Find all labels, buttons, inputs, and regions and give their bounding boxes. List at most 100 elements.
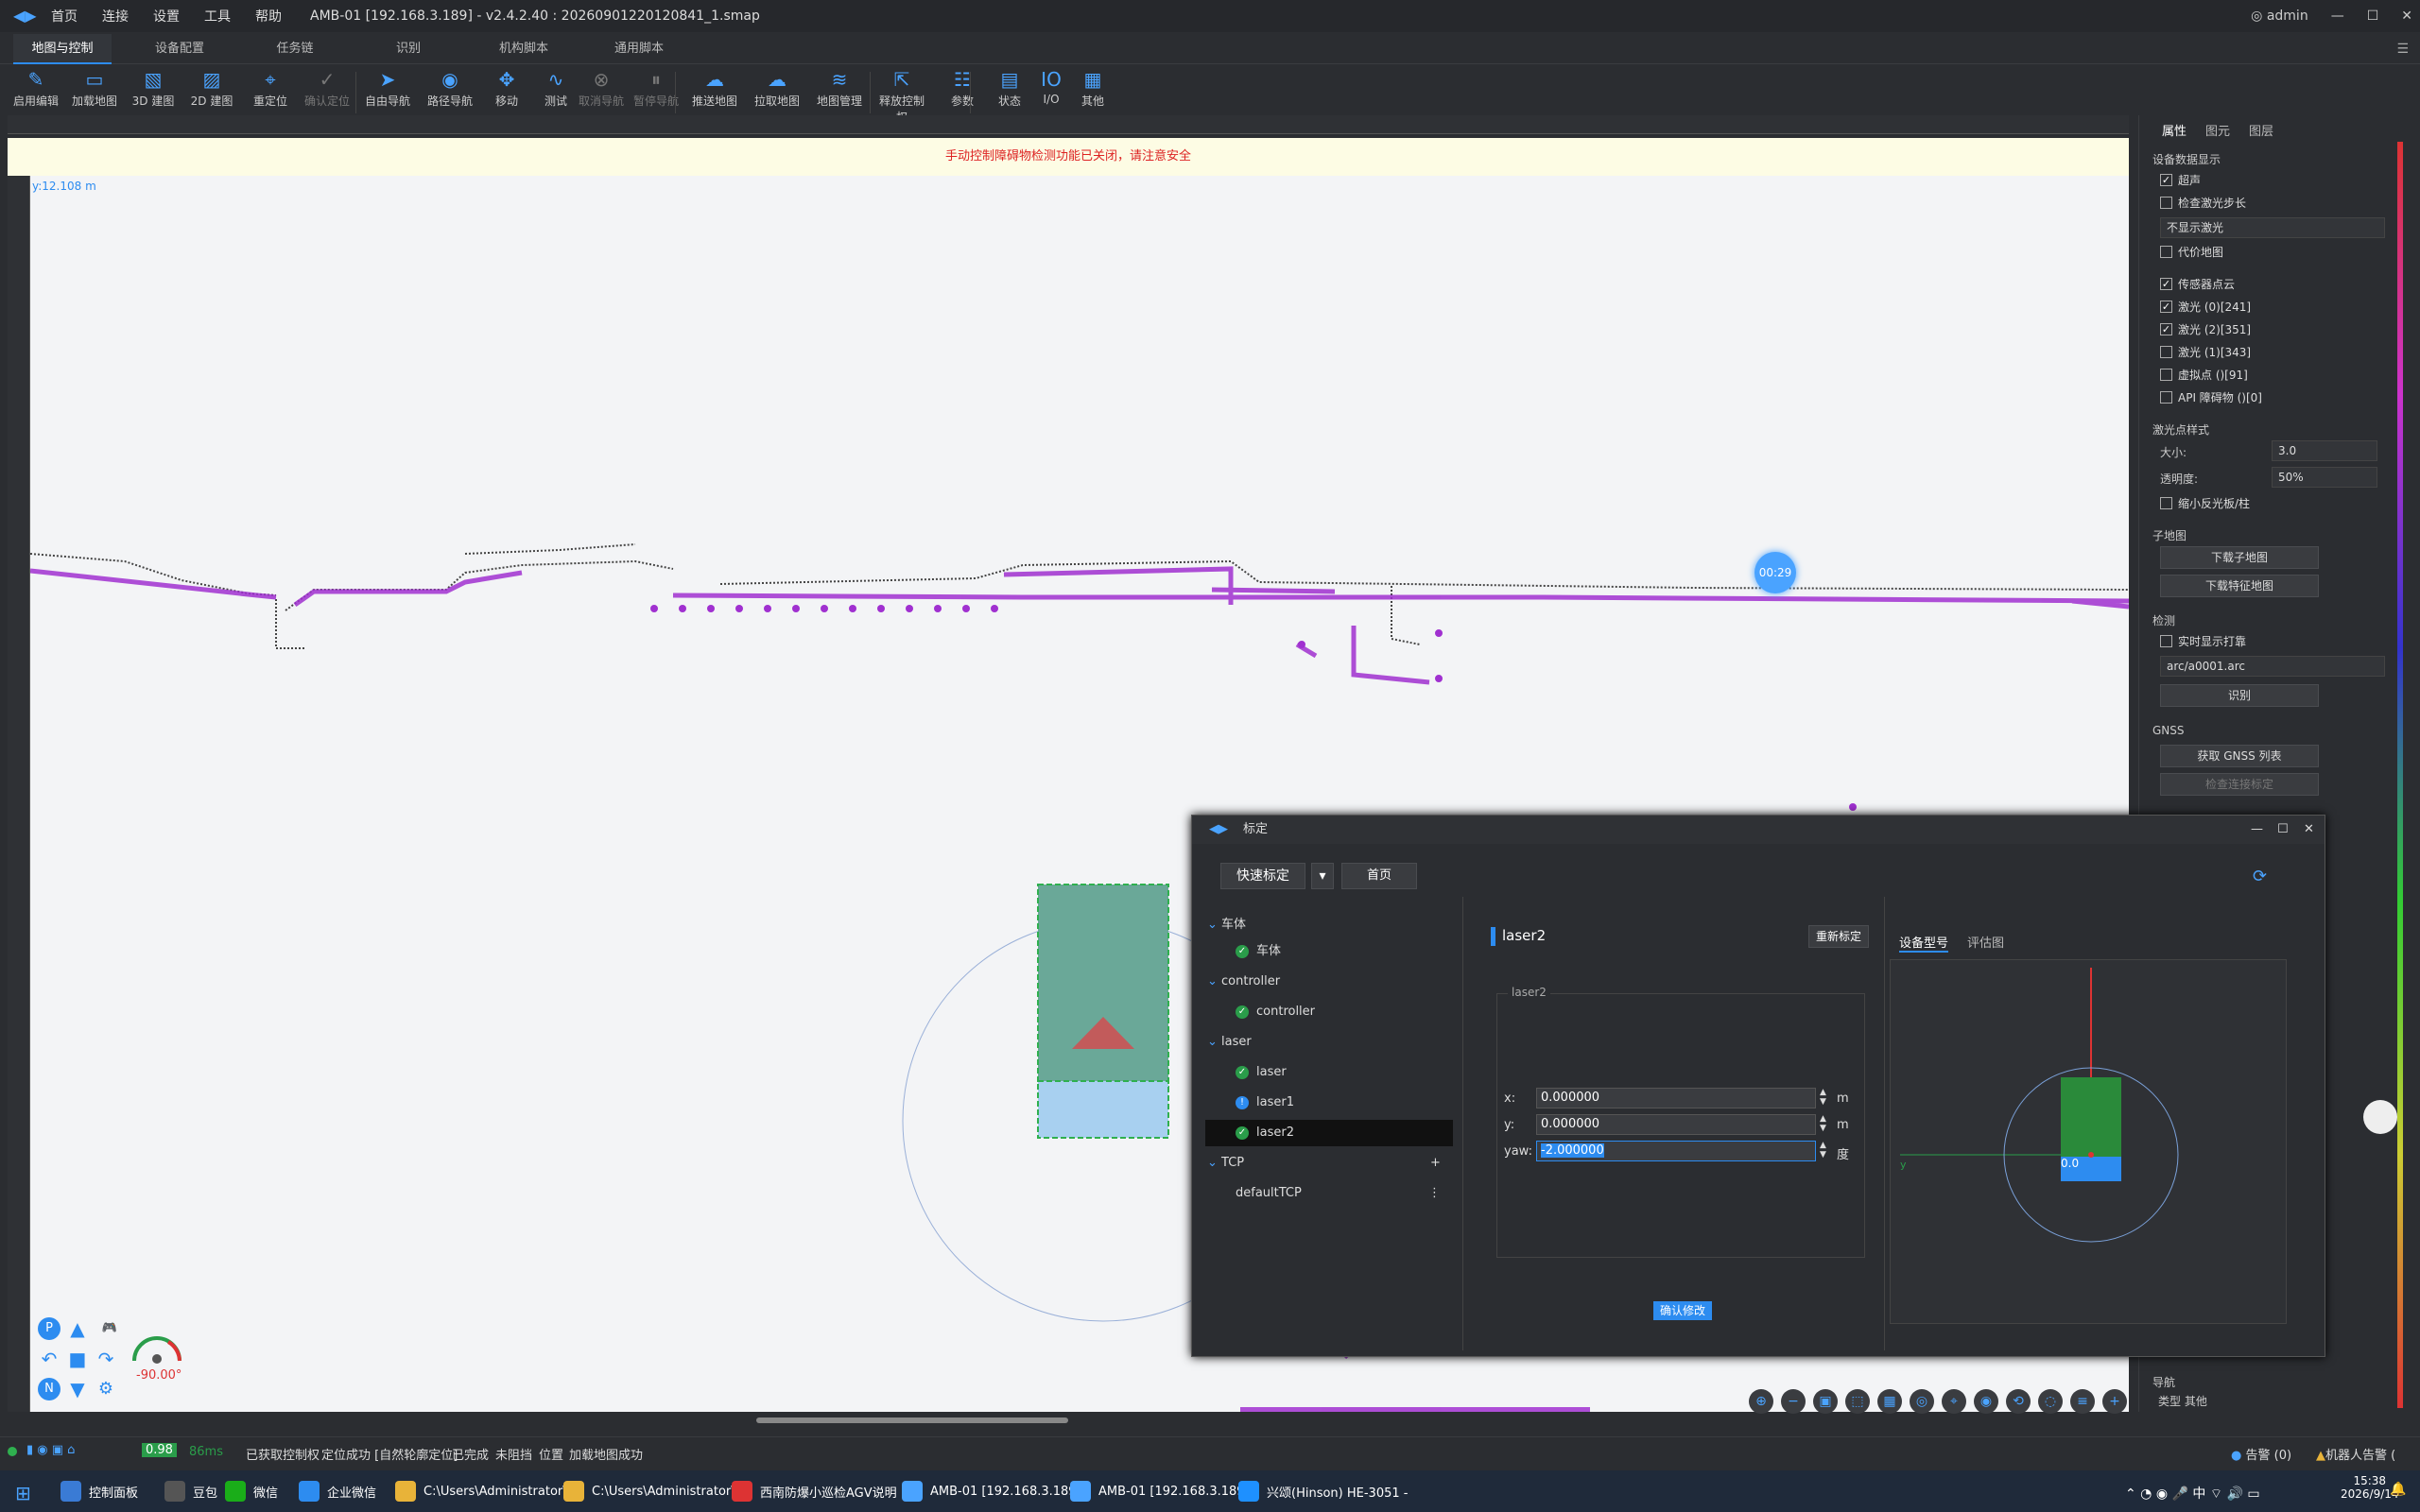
size-select[interactable]: 3.0 <box>2272 440 2377 461</box>
taskbar-app[interactable]: AMB-01 [192.168.3.189] - <box>902 1470 1089 1512</box>
check-cost-map[interactable]: 代价地图 <box>2160 244 2223 260</box>
tool-crosshair-button[interactable]: ⌖ 重定位 <box>244 68 297 109</box>
robot-body[interactable] <box>1037 884 1169 1088</box>
tool-check-circle-button[interactable]: ✓ 确认定位 <box>301 68 354 109</box>
map-tool-ring-icon[interactable]: ◌ <box>2038 1389 2063 1414</box>
check-virtual-points[interactable]: 虚拟点 ()[91] <box>2160 367 2248 383</box>
check-laser-0[interactable]: ✓ 激光 (0)[241] <box>2160 299 2251 315</box>
download-feature-map-button[interactable]: 下载特征地图 <box>2160 575 2319 597</box>
tree-item[interactable]: ✓ controller <box>1236 999 1453 1025</box>
tool-cancel-button[interactable]: ⊗ 取消导航 <box>575 68 628 109</box>
tab-task-chain[interactable]: 任务链 <box>246 34 344 64</box>
yaw-input[interactable]: -2.000000 <box>1536 1141 1816 1161</box>
download-submap-button[interactable]: 下载子地图 <box>2160 546 2319 569</box>
tab-device-config[interactable]: 设备配置 <box>130 34 229 64</box>
gnss-check-button[interactable]: 检查连接标定 <box>2160 773 2319 796</box>
tool-folder-button[interactable]: ▭ 加载地图 <box>68 68 121 109</box>
chevron-down-icon[interactable]: ▾ <box>1311 863 1334 889</box>
tray-icons[interactable]: ⌃ ◔ ◉ 🎤 中 ⌔ 🔊 ▭ <box>2125 1484 2260 1503</box>
add-tcp-icon[interactable]: + <box>1430 1156 1441 1170</box>
map-tool-grid-icon[interactable]: ▦ <box>1877 1389 1902 1414</box>
refresh-icon[interactable]: ⟳ <box>2253 867 2267 886</box>
y-input[interactable]: 0.000000 <box>1536 1114 1816 1135</box>
horizontal-scrollbar[interactable] <box>756 1418 1068 1423</box>
tab-mechanism-script[interactable]: 机构脚本 <box>475 34 573 64</box>
pad-n-button[interactable]: N <box>38 1378 60 1400</box>
pad-p-button[interactable]: P <box>38 1317 60 1340</box>
identify-button[interactable]: 识别 <box>2160 684 2319 707</box>
tool-map-2d-button[interactable]: ▨ 2D 建图 <box>185 68 238 109</box>
gamepad-icon[interactable]: 🎮 <box>98 1317 121 1340</box>
check-realtime[interactable]: 实时显示打靠 <box>2160 633 2246 649</box>
check-laser-step[interactable]: 检查激光步长 <box>2160 195 2246 211</box>
notification-icon[interactable]: 🔔 <box>2390 1482 2406 1497</box>
get-gnss-list-button[interactable]: 获取 GNSS 列表 <box>2160 745 2319 767</box>
maximize-icon[interactable]: ☐ <box>2367 9 2379 24</box>
alarm-button[interactable]: ● 告警 (0) <box>2231 1445 2291 1463</box>
menu-home[interactable]: 首页 <box>51 7 78 26</box>
taskbar-app[interactable]: AMB-01 [192.168.3.189] - <box>1070 1470 1257 1512</box>
tool-cloud-download-button[interactable]: ☁ 拉取地图 <box>751 68 804 109</box>
check-laser-1[interactable]: 激光 (1)[343] <box>2160 344 2251 360</box>
taskbar-app[interactable]: 控制面板 <box>60 1470 138 1512</box>
tree-item[interactable]: ✓ laser2 <box>1205 1120 1453 1146</box>
taskbar-app[interactable]: 企业微信 <box>299 1470 376 1512</box>
tool-navigation-arrow-button[interactable]: ➤ 自由导航 <box>361 68 414 109</box>
tab-map-control[interactable]: 地图与控制 <box>13 34 112 64</box>
taskbar-app[interactable]: 兴颂(Hinson) HE-3051 - <box>1238 1470 1408 1512</box>
tree-item[interactable]: ✓ laser <box>1236 1059 1453 1086</box>
tab-identify[interactable]: 识别 <box>359 34 458 64</box>
map-tool-pin-icon[interactable]: ⌖ <box>1942 1389 1966 1414</box>
user-account[interactable]: ◎ admin <box>2251 9 2308 24</box>
map-tool-center-icon[interactable]: ◉ <box>1974 1389 1998 1414</box>
pad-up-icon[interactable]: ▲ <box>66 1317 89 1340</box>
check-api-obstacle[interactable]: API 障碍物 ()[0] <box>2160 389 2262 405</box>
map-tool-add-icon[interactable]: + <box>2102 1389 2127 1414</box>
x-input[interactable]: 0.000000 <box>1536 1088 1816 1108</box>
rotate-right-icon[interactable]: ↷ <box>95 1348 117 1370</box>
rtab-elements[interactable]: 图元 <box>2205 121 2230 139</box>
x-spin-icon[interactable]: ▲ ▼ <box>1820 1088 1826 1107</box>
check-laser-2[interactable]: ✓ 激光 (2)[351] <box>2160 321 2251 337</box>
tool-grid-button[interactable]: ▦ 其他 <box>1066 68 1119 109</box>
rtab-properties[interactable]: 属性 <box>2162 121 2187 139</box>
tool-move-button[interactable]: ✥ 移动 <box>480 68 533 109</box>
home-button[interactable]: 首页 <box>1341 863 1417 889</box>
taskbar-app[interactable]: C:\Users\Administrator\ <box>563 1470 735 1512</box>
robot-alarm-button[interactable]: ▲机器人告警 ( <box>2316 1445 2395 1463</box>
pad-down-icon[interactable]: ▼ <box>66 1378 89 1400</box>
check-ultrasonic[interactable]: ✓ 超声 <box>2160 172 2201 188</box>
settings-sliders-icon[interactable]: ☰ <box>2396 42 2409 57</box>
laser-display-select[interactable]: 不显示激光 <box>2160 217 2385 238</box>
tree-group[interactable]: ⌄ laser <box>1207 1035 1252 1049</box>
dialog-minimize-icon[interactable]: — <box>2251 816 2263 844</box>
menu-tools[interactable]: 工具 <box>204 7 231 26</box>
map-tool-target-icon[interactable]: ◎ <box>1910 1389 1934 1414</box>
taskbar-app[interactable]: 西南防爆小巡检AGV说明 <box>732 1470 897 1512</box>
map-tool-select-icon[interactable]: ⬚ <box>1845 1389 1870 1414</box>
tab-general-script[interactable]: 通用脚本 <box>590 34 688 64</box>
tool-params-button[interactable]: ☷ 参数 <box>936 68 989 109</box>
check-reflector[interactable]: 缩小反光板/柱 <box>2160 495 2250 511</box>
tool-layers-button[interactable]: ≋ 地图管理 <box>813 68 866 109</box>
confirm-change-button[interactable]: 确认修改 <box>1653 1301 1712 1320</box>
taskbar-app[interactable]: 豆包 <box>164 1470 217 1512</box>
check-sensor-cloud[interactable]: ✓ 传感器点云 <box>2160 276 2235 292</box>
map-tool-loop-icon[interactable]: ⟲ <box>2006 1389 2031 1414</box>
robot-time-badge[interactable]: 00:29 <box>1754 552 1796 593</box>
map-tool-line-icon[interactable]: ≡ <box>2070 1389 2095 1414</box>
menu-settings[interactable]: 设置 <box>153 7 180 26</box>
recalibrate-button[interactable]: 重新标定 <box>1808 925 1869 948</box>
opacity-select[interactable]: 50% <box>2272 467 2377 488</box>
windows-start-icon[interactable]: ⊞ <box>15 1482 31 1504</box>
taskbar-app[interactable]: C:\Users\Administrator\ <box>395 1470 567 1512</box>
dialog-maximize-icon[interactable]: ☐ <box>2277 816 2289 844</box>
yaw-spin-icon[interactable]: ▲ ▼ <box>1820 1141 1826 1160</box>
map-tool-fit-icon[interactable]: ⊕ <box>1749 1389 1773 1414</box>
tree-item[interactable]: ✓ 车体 <box>1236 938 1453 965</box>
tool-cloud-upload-button[interactable]: ☁ 推送地图 <box>688 68 741 109</box>
taskbar-app[interactable]: 微信 <box>225 1470 278 1512</box>
tree-group[interactable]: ⌄ 车体 <box>1207 914 1246 932</box>
minimize-icon[interactable]: — <box>2331 9 2344 24</box>
map-tool-minus-icon[interactable]: − <box>1781 1389 1806 1414</box>
